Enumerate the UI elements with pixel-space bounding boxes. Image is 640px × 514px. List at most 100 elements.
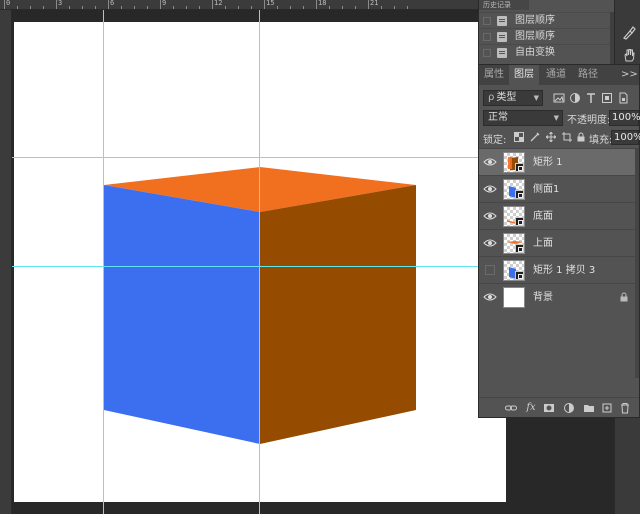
horizontal-guide-2[interactable]	[12, 266, 478, 267]
ruler-number: 15	[266, 0, 275, 7]
filter-type-label: 类型	[496, 92, 517, 103]
layer-name[interactable]: 侧面1	[533, 176, 559, 203]
layer-name[interactable]: 背景	[533, 284, 553, 311]
tab-channels[interactable]: 通道	[541, 65, 571, 85]
ruler-number: 18	[318, 0, 327, 7]
layer-thumbnail[interactable]	[503, 287, 525, 308]
opacity-label: 不透明度:	[567, 115, 611, 126]
blend-row: 正常 ▼ 不透明度: 100%	[483, 110, 640, 128]
chevron-down-icon: ▼	[553, 114, 559, 122]
history-item[interactable]: 图层顺序	[479, 12, 615, 28]
layer-thumbnail[interactable]	[503, 233, 525, 254]
visibility-eye-icon[interactable]	[483, 237, 497, 249]
history-item-label: 图层顺序	[515, 31, 555, 42]
filter-shape-icon[interactable]	[601, 92, 613, 104]
layer-row[interactable]: 背景	[479, 283, 639, 310]
tab-properties[interactable]: 属性	[479, 65, 509, 85]
opacity-input[interactable]: 100%	[609, 110, 640, 126]
horizontal-guide-1[interactable]	[12, 157, 478, 158]
history-state-icon	[497, 16, 507, 26]
chevron-down-icon: ▼	[533, 94, 539, 102]
ruler-number: 12	[214, 0, 223, 7]
layer-thumbnail[interactable]	[503, 206, 525, 227]
shape-layer-icon	[515, 271, 524, 280]
layers-scrollbar[interactable]	[635, 148, 639, 378]
lock-image-pixels-icon[interactable]	[529, 132, 541, 144]
search-icon: ρ	[488, 92, 495, 103]
tab-layers[interactable]: 图层	[509, 65, 539, 85]
vertical-guide-2[interactable]	[259, 10, 260, 514]
layer-name[interactable]: 矩形 1 拷贝 3	[533, 257, 595, 284]
lock-all-icon[interactable]	[575, 132, 587, 144]
filter-type-select[interactable]: ρ 类型 ▼	[483, 90, 543, 106]
panel-tab-bar: 属性 图层 通道 路径 >>	[479, 65, 639, 85]
visibility-eye-icon[interactable]	[483, 291, 497, 303]
history-checkbox[interactable]	[483, 33, 491, 41]
filter-type-text-icon[interactable]	[585, 92, 597, 104]
history-item[interactable]: 图层顺序	[479, 28, 615, 44]
vertical-guide-1[interactable]	[103, 10, 104, 514]
document-workspace[interactable]	[12, 10, 506, 514]
layer-thumbnail[interactable]	[503, 179, 525, 200]
link-icon[interactable]	[505, 402, 517, 414]
ruler-tick	[212, 0, 213, 9]
fill-label: 填充:	[589, 135, 613, 146]
filter-pixel-icon[interactable]	[553, 92, 565, 104]
shape-layer-icon	[515, 244, 524, 253]
filter-adjustment-icon[interactable]	[569, 92, 581, 104]
history-item[interactable]: 自由变换	[479, 44, 615, 60]
ruler-tick	[160, 0, 161, 9]
folder-icon[interactable]	[583, 402, 595, 414]
shape-layer-icon	[515, 217, 524, 226]
panel-menu-button[interactable]: >>	[621, 65, 638, 85]
visibility-toggle-off[interactable]	[485, 265, 495, 275]
cube-right-face	[260, 185, 416, 444]
history-checkbox[interactable]	[483, 49, 491, 57]
visibility-eye-icon[interactable]	[483, 210, 497, 222]
layer-thumbnail[interactable]	[503, 152, 525, 173]
layer-row[interactable]: 矩形 1 拷贝 3	[479, 256, 639, 283]
ruler-number: 9	[162, 0, 167, 7]
mask-icon[interactable]	[543, 402, 555, 414]
layer-row[interactable]: 侧面1	[479, 175, 639, 202]
fx-icon[interactable]: fx	[525, 402, 537, 414]
layer-row[interactable]: 上面	[479, 229, 639, 256]
lock-row: 锁定: 填充: 100%	[483, 130, 640, 146]
layer-row[interactable]: 矩形 1	[479, 148, 639, 175]
trash-icon[interactable]	[619, 402, 631, 414]
history-item-label: 自由变换	[515, 47, 555, 58]
cube-left-face	[104, 185, 260, 444]
layer-name[interactable]: 矩形 1	[533, 149, 563, 176]
lock-artboard-icon[interactable]	[561, 132, 573, 144]
document-canvas[interactable]	[14, 22, 506, 502]
new-layer-icon[interactable]	[601, 402, 613, 414]
history-tab[interactable]: 历史记录	[479, 0, 529, 10]
layer-name[interactable]: 上面	[533, 230, 553, 257]
layers-panel: 属性 图层 通道 路径 >> ρ 类型 ▼ 正常 ▼ 不透明度: 100% 锁定…	[478, 64, 640, 418]
brush-tool-icon[interactable]	[621, 26, 637, 42]
ruler-tick	[316, 0, 317, 9]
layer-name[interactable]: 底面	[533, 203, 553, 230]
lock-transparent-pixels-icon[interactable]	[513, 132, 525, 144]
layer-thumbnail[interactable]	[503, 260, 525, 281]
ruler-tick	[264, 0, 265, 9]
cube-artwork	[104, 167, 416, 444]
tab-paths[interactable]: 路径	[573, 65, 603, 85]
filter-smart-object-icon[interactable]	[617, 92, 629, 104]
hand-tool-icon[interactable]	[621, 48, 637, 64]
shape-layer-icon	[515, 163, 524, 172]
layer-row[interactable]: 底面	[479, 202, 639, 229]
blend-mode-value: 正常	[488, 112, 508, 123]
ruler-number: 0	[6, 0, 11, 7]
history-state-icon	[497, 32, 507, 42]
blend-mode-select[interactable]: 正常 ▼	[483, 110, 563, 126]
fill-input[interactable]: 100%	[611, 130, 640, 145]
history-item-label: 图层顺序	[515, 15, 555, 26]
lock-position-icon[interactable]	[545, 131, 557, 144]
visibility-eye-icon[interactable]	[483, 156, 497, 168]
ruler-number: 21	[370, 0, 379, 7]
lock-label: 锁定:	[483, 135, 507, 146]
visibility-eye-icon[interactable]	[483, 183, 497, 195]
adjustment-icon[interactable]	[563, 402, 575, 414]
history-checkbox[interactable]	[483, 17, 491, 25]
